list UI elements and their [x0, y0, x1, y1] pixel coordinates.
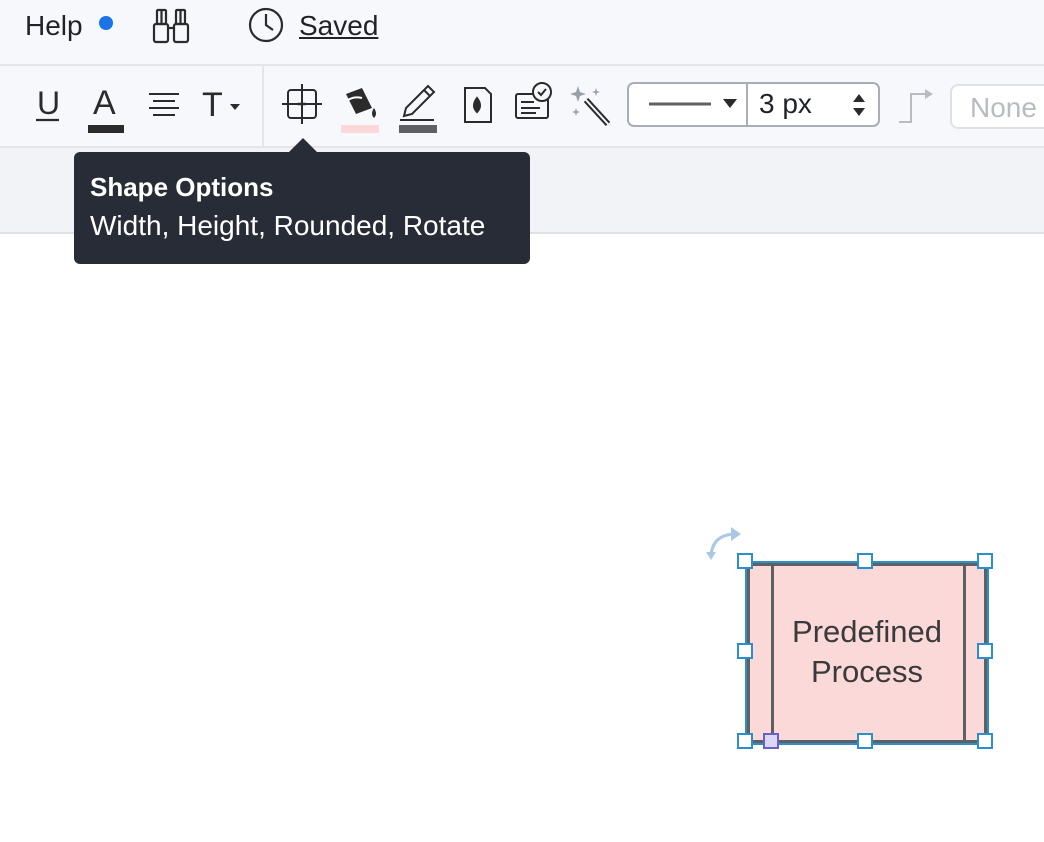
resize-handle-top-right[interactable]	[977, 553, 993, 569]
line-style-combo: 3 px	[627, 82, 880, 127]
line-endpoint-select[interactable]: None	[950, 84, 1044, 129]
line-style-dropdown[interactable]	[629, 84, 746, 125]
resize-handle-top[interactable]	[857, 553, 873, 569]
help-menu[interactable]: Help	[25, 10, 83, 42]
top-menu-bar: Help Saved	[0, 0, 1044, 66]
opacity-icon	[464, 87, 492, 123]
line-color-button[interactable]	[396, 80, 440, 133]
shape-options-icon	[282, 84, 322, 124]
help-notification-dot	[99, 16, 113, 30]
text-style-button[interactable]: T	[200, 80, 244, 130]
toolbar-separator	[262, 66, 264, 146]
shape-options-tooltip: Shape Options Width, Height, Rounded, Ro…	[74, 138, 530, 264]
connector-elbow-icon[interactable]	[895, 84, 937, 128]
binoculars-icon[interactable]	[150, 6, 192, 46]
tooltip-description: Width, Height, Rounded, Rotate	[90, 210, 486, 241]
underline-button[interactable]: U	[27, 80, 71, 130]
resize-handle-bottom-left[interactable]	[737, 733, 753, 749]
line-color-icon	[400, 84, 436, 121]
format-toolbar: U A T 3 px	[0, 66, 1044, 148]
opacity-button[interactable]	[455, 80, 499, 130]
selection-box	[745, 561, 989, 745]
magic-icon	[570, 86, 611, 127]
text-color-button[interactable]: A	[84, 80, 128, 133]
tooltip-title: Shape Options	[90, 172, 274, 202]
fill-color-button[interactable]	[338, 80, 382, 133]
shape-adjust-handle[interactable]	[763, 733, 779, 749]
text-style-icon: T	[202, 86, 223, 124]
resize-handle-bottom-right[interactable]	[977, 733, 993, 749]
resize-handle-left[interactable]	[737, 643, 753, 659]
align-button[interactable]	[143, 80, 187, 130]
line-endpoint-value: None	[970, 92, 1037, 123]
resize-handle-bottom[interactable]	[857, 733, 873, 749]
fill-color-icon	[346, 88, 376, 118]
line-width-stepper[interactable]	[851, 91, 867, 119]
chevron-down-icon	[723, 99, 737, 108]
magic-button[interactable]	[568, 80, 612, 130]
data-button[interactable]	[512, 80, 556, 130]
shape-options-button[interactable]	[280, 80, 324, 130]
resize-handle-top-left[interactable]	[737, 553, 753, 569]
resize-handle-right[interactable]	[977, 643, 993, 659]
align-icon	[149, 93, 179, 116]
saved-status-link[interactable]: Saved	[299, 10, 378, 42]
combo-divider	[746, 84, 748, 125]
tooltip-arrow	[289, 138, 317, 152]
data-icon	[515, 82, 552, 119]
text-color-icon: A	[93, 84, 116, 122]
clock-icon	[247, 6, 285, 44]
underline-icon: U	[37, 85, 60, 121]
line-width-input[interactable]: 3 px	[759, 88, 812, 120]
